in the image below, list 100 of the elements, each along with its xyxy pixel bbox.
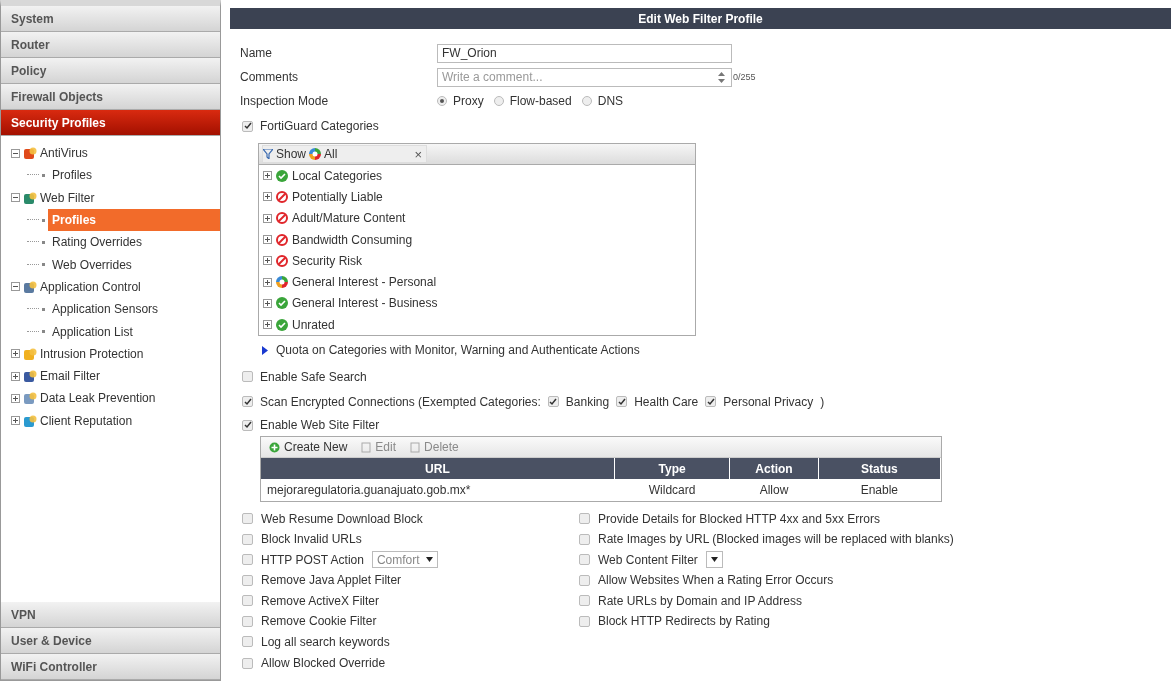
- expand-icon[interactable]: [263, 320, 272, 330]
- checkbox[interactable]: [242, 371, 253, 383]
- filter-chip[interactable]: Show All ×: [262, 145, 427, 163]
- checkbox[interactable]: [579, 554, 590, 566]
- filter-icon: [263, 149, 273, 159]
- field-label: Name: [240, 46, 273, 60]
- radio-button[interactable]: [493, 96, 504, 106]
- expand-icon[interactable]: [263, 192, 272, 202]
- option-label: Remove Cookie Filter: [261, 614, 377, 629]
- tree-item[interactable]: Email Filter: [40, 369, 100, 384]
- tree-subitem[interactable]: Application List: [48, 320, 137, 343]
- expand-icon[interactable]: [263, 298, 272, 308]
- expand-icon[interactable]: [11, 349, 20, 359]
- nav-section[interactable]: Policy: [1, 58, 220, 84]
- option-label: Web Resume Download Block: [261, 511, 423, 526]
- category-label[interactable]: General Interest - Personal: [292, 275, 437, 290]
- checkbox[interactable]: [616, 396, 628, 408]
- option-label: Health Care: [634, 394, 699, 409]
- checkbox[interactable]: [579, 533, 590, 545]
- checkbox[interactable]: [242, 574, 253, 586]
- radio-button[interactable]: [581, 96, 592, 106]
- category-label[interactable]: Bandwidth Consuming: [292, 232, 413, 247]
- expand-icon[interactable]: [263, 235, 272, 245]
- tree-subitem[interactable]: Application Sensors: [48, 298, 163, 321]
- column-header[interactable]: Type: [614, 458, 730, 480]
- nav-section[interactable]: WiFi Controller: [1, 654, 220, 680]
- category-label[interactable]: General Interest - Business: [292, 296, 438, 311]
- expand-icon[interactable]: [263, 213, 272, 223]
- add-icon: [269, 441, 280, 453]
- check-circle-icon: [276, 318, 288, 331]
- checkbox[interactable]: [242, 595, 253, 607]
- category-label[interactable]: Security Risk: [292, 253, 362, 268]
- tree-item[interactable]: AntiVirus: [40, 146, 88, 161]
- tree-item[interactable]: Intrusion Protection: [40, 346, 144, 361]
- checkbox[interactable]: [242, 657, 253, 669]
- table-cell: Wildcard: [614, 479, 730, 502]
- expand-icon[interactable]: [263, 256, 272, 266]
- column-header[interactable]: Status: [818, 458, 941, 480]
- expand-icon[interactable]: [11, 393, 20, 403]
- tree-item[interactable]: Application Control: [40, 279, 141, 294]
- nav-section[interactable]: VPN: [1, 602, 220, 628]
- checkbox[interactable]: [547, 396, 559, 408]
- checkbox[interactable]: [242, 419, 253, 431]
- table-cell: Allow: [729, 479, 819, 502]
- checkbox[interactable]: [242, 513, 253, 525]
- option-label: Remove Java Applet Filter: [261, 573, 402, 588]
- option-label: Web Content Filter: [598, 552, 698, 567]
- category-label[interactable]: Adult/Mature Content: [292, 211, 406, 226]
- tree-item[interactable]: Web Filter: [40, 190, 95, 205]
- tree-subitem[interactable]: Web Overrides: [48, 253, 136, 276]
- option-label: Remove ActiveX Filter: [261, 593, 380, 608]
- name-field[interactable]: FW_Orion: [437, 43, 732, 63]
- expand-icon[interactable]: [11, 371, 20, 381]
- checkbox[interactable]: [579, 595, 590, 607]
- expand-caret-icon[interactable]: [262, 345, 268, 355]
- dropdown[interactable]: [705, 551, 723, 569]
- collapse-icon[interactable]: [11, 282, 20, 292]
- column-header[interactable]: Action: [729, 458, 819, 480]
- checkbox[interactable]: [705, 396, 717, 408]
- collapse-icon[interactable]: [11, 193, 20, 203]
- tree-subitem[interactable]: Rating Overrides: [48, 231, 147, 254]
- checkbox[interactable]: [242, 120, 253, 132]
- checkbox[interactable]: [579, 574, 590, 586]
- category-label[interactable]: Potentially Liable: [292, 189, 383, 204]
- tree-item[interactable]: Client Reputation: [40, 413, 133, 428]
- clear-filter-button[interactable]: ×: [414, 146, 422, 162]
- nav-section[interactable]: Security Profiles: [1, 110, 220, 136]
- option-label: HTTP POST Action: [261, 552, 364, 567]
- category-label[interactable]: Local Categories: [292, 168, 383, 183]
- tree-item[interactable]: Data Leak Prevention: [40, 391, 156, 406]
- dropdown[interactable]: Comfort: [371, 551, 438, 569]
- checkbox[interactable]: [579, 513, 590, 525]
- nav-section[interactable]: System: [1, 6, 220, 32]
- checkbox[interactable]: [579, 615, 590, 627]
- nav-section[interactable]: Firewall Objects: [1, 84, 220, 110]
- expand-icon[interactable]: [11, 416, 20, 426]
- mixed-status-icon: [276, 276, 288, 289]
- closing-parenthesis: ): [820, 394, 825, 409]
- checkbox[interactable]: [242, 396, 253, 408]
- column-header[interactable]: URL: [261, 458, 615, 480]
- category-label[interactable]: Unrated: [292, 317, 335, 332]
- nav-section[interactable]: User & Device: [1, 628, 220, 654]
- expand-icon[interactable]: [263, 171, 272, 181]
- checkbox[interactable]: [242, 554, 253, 566]
- document-icon: [410, 441, 421, 453]
- collapse-icon[interactable]: [11, 148, 20, 158]
- radio-button[interactable]: [437, 96, 447, 106]
- comment-field[interactable]: Write a comment...: [437, 67, 732, 87]
- char-counter: 0/255: [733, 72, 756, 82]
- module-icon: [23, 413, 37, 428]
- checkbox[interactable]: [242, 636, 253, 648]
- toolbar-button[interactable]: Create New: [269, 440, 348, 455]
- checkbox[interactable]: [242, 615, 253, 627]
- checkbox[interactable]: [242, 533, 253, 545]
- expand-icon[interactable]: [263, 277, 272, 287]
- quota-toggle[interactable]: Quota on Categories with Monitor, Warning and Authenticate Actions: [276, 343, 640, 358]
- tree-subitem[interactable]: Profiles: [48, 164, 96, 187]
- option-label: Rate URLs by Domain and IP Address: [598, 593, 802, 608]
- nav-section[interactable]: Router: [1, 32, 220, 58]
- radio-label: DNS: [597, 94, 624, 108]
